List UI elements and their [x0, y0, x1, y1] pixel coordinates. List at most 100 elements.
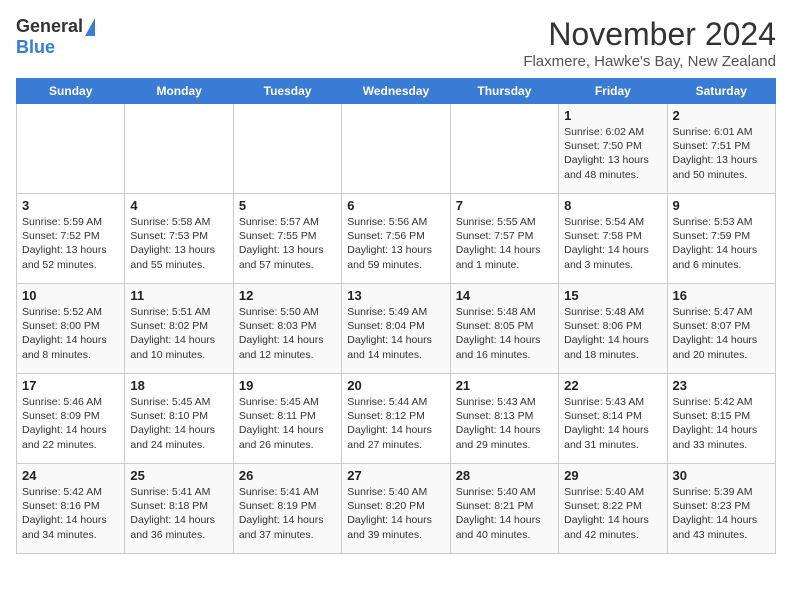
calendar-cell [450, 104, 558, 194]
day-info: Sunrise: 5:40 AM Sunset: 8:22 PM Dayligh… [564, 485, 661, 542]
calendar-cell: 12Sunrise: 5:50 AM Sunset: 8:03 PM Dayli… [233, 284, 341, 374]
page-header: General Blue November 2024 Flaxmere, Haw… [16, 16, 776, 70]
day-info: Sunrise: 5:41 AM Sunset: 8:18 PM Dayligh… [130, 485, 227, 542]
calendar-cell: 28 Sunrise: 5:40 AM Sunset: 8:21 PM Dayli… [450, 464, 558, 554]
day-header-sunday: Sunday [17, 79, 125, 104]
calendar-cell: 9Sunrise: 5:53 AM Sunset: 7:59 PM Daylig… [667, 194, 775, 284]
calendar-table: SundayMondayTuesdayWednesdayThursdayFrid… [16, 78, 776, 554]
calendar-week-1: 1 Sunrise: 6:02 AM Sunset: 7:50 PM Daylig… [17, 104, 776, 194]
day-info: Sunrise: 5:52 AM Sunset: 8:00 PM Dayligh… [22, 305, 119, 362]
day-info: Sunrise: 5:57 AM Sunset: 7:55 PM Dayligh… [239, 215, 336, 272]
calendar-cell: 15 Sunrise: 5:48 AM Sunset: 8:06 PM Dayli… [559, 284, 667, 374]
calendar-cell: 24Sunrise: 5:42 AM Sunset: 8:16 PM Dayli… [17, 464, 125, 554]
day-info: Sunrise: 5:58 AM Sunset: 7:53 PM Dayligh… [130, 215, 227, 272]
day-info: Sunrise: 5:40 AM Sunset: 8:20 PM Dayligh… [347, 485, 444, 542]
day-info: Sunrise: 5:59 AM Sunset: 7:52 PM Dayligh… [22, 215, 119, 272]
logo-general-text: General [16, 16, 83, 37]
day-info: Sunrise: 5:40 AM Sunset: 8:21 PM Dayligh… [456, 485, 553, 542]
location-subtitle: Flaxmere, Hawke's Bay, New Zealand [523, 53, 776, 70]
day-number: 22 [564, 378, 661, 393]
calendar-cell [233, 104, 341, 194]
title-block: November 2024 Flaxmere, Hawke's Bay, New… [523, 16, 776, 70]
day-number: 1 [564, 108, 661, 123]
day-number: 18 [130, 378, 227, 393]
day-number: 27 [347, 468, 444, 483]
calendar-cell [342, 104, 450, 194]
calendar-cell: 14 Sunrise: 5:48 AM Sunset: 8:05 PM Dayli… [450, 284, 558, 374]
day-info: Sunrise: 5:46 AM Sunset: 8:09 PM Dayligh… [22, 395, 119, 452]
day-info: Sunrise: 5:42 AM Sunset: 8:15 PM Dayligh… [673, 395, 770, 452]
calendar-cell: 27 Sunrise: 5:40 AM Sunset: 8:20 PM Dayli… [342, 464, 450, 554]
day-info: Sunrise: 5:48 AM Sunset: 8:06 PM Dayligh… [564, 305, 661, 362]
logo-blue-text: Blue [16, 37, 55, 58]
day-info: Sunrise: 5:43 AM Sunset: 8:13 PM Dayligh… [456, 395, 553, 452]
day-number: 20 [347, 378, 444, 393]
day-info: Sunrise: 5:56 AM Sunset: 7:56 PM Dayligh… [347, 215, 444, 272]
day-header-tuesday: Tuesday [233, 79, 341, 104]
day-header-monday: Monday [125, 79, 233, 104]
calendar-cell: 16 Sunrise: 5:47 AM Sunset: 8:07 PM Dayli… [667, 284, 775, 374]
day-number: 9 [673, 198, 770, 213]
calendar-header: SundayMondayTuesdayWednesdayThursdayFrid… [17, 79, 776, 104]
calendar-cell: 3 Sunrise: 5:59 AM Sunset: 7:52 PM Daylig… [17, 194, 125, 284]
calendar-week-3: 10Sunrise: 5:52 AM Sunset: 8:00 PM Dayli… [17, 284, 776, 374]
day-number: 5 [239, 198, 336, 213]
day-info: Sunrise: 5:43 AM Sunset: 8:14 PM Dayligh… [564, 395, 661, 452]
day-number: 21 [456, 378, 553, 393]
day-info: Sunrise: 5:39 AM Sunset: 8:23 PM Dayligh… [673, 485, 770, 542]
calendar-cell: 2Sunrise: 6:01 AM Sunset: 7:51 PM Daylig… [667, 104, 775, 194]
calendar-cell: 10Sunrise: 5:52 AM Sunset: 8:00 PM Dayli… [17, 284, 125, 374]
calendar-cell: 13 Sunrise: 5:49 AM Sunset: 8:04 PM Dayli… [342, 284, 450, 374]
day-number: 7 [456, 198, 553, 213]
day-number: 30 [673, 468, 770, 483]
day-number: 29 [564, 468, 661, 483]
day-info: Sunrise: 5:42 AM Sunset: 8:16 PM Dayligh… [22, 485, 119, 542]
calendar-week-5: 24Sunrise: 5:42 AM Sunset: 8:16 PM Dayli… [17, 464, 776, 554]
calendar-cell: 8Sunrise: 5:54 AM Sunset: 7:58 PM Daylig… [559, 194, 667, 284]
calendar-cell: 11Sunrise: 5:51 AM Sunset: 8:02 PM Dayli… [125, 284, 233, 374]
day-info: Sunrise: 5:44 AM Sunset: 8:12 PM Dayligh… [347, 395, 444, 452]
calendar-cell: 5 Sunrise: 5:57 AM Sunset: 7:55 PM Daylig… [233, 194, 341, 284]
day-info: Sunrise: 5:45 AM Sunset: 8:11 PM Dayligh… [239, 395, 336, 452]
calendar-cell: 7 Sunrise: 5:55 AM Sunset: 7:57 PM Daylig… [450, 194, 558, 284]
day-number: 11 [130, 288, 227, 303]
calendar-cell: 30 Sunrise: 5:39 AM Sunset: 8:23 PM Dayli… [667, 464, 775, 554]
calendar-cell: 1 Sunrise: 6:02 AM Sunset: 7:50 PM Daylig… [559, 104, 667, 194]
calendar-week-4: 17 Sunrise: 5:46 AM Sunset: 8:09 PM Dayli… [17, 374, 776, 464]
day-info: Sunrise: 5:47 AM Sunset: 8:07 PM Dayligh… [673, 305, 770, 362]
calendar-cell: 21 Sunrise: 5:43 AM Sunset: 8:13 PM Dayli… [450, 374, 558, 464]
day-number: 6 [347, 198, 444, 213]
day-info: Sunrise: 6:02 AM Sunset: 7:50 PM Dayligh… [564, 125, 661, 182]
calendar-cell: 26 Sunrise: 5:41 AM Sunset: 8:19 PM Dayli… [233, 464, 341, 554]
day-number: 14 [456, 288, 553, 303]
calendar-body: 1 Sunrise: 6:02 AM Sunset: 7:50 PM Daylig… [17, 104, 776, 554]
calendar-cell: 6 Sunrise: 5:56 AM Sunset: 7:56 PM Daylig… [342, 194, 450, 284]
day-number: 19 [239, 378, 336, 393]
day-header-friday: Friday [559, 79, 667, 104]
month-title: November 2024 [523, 16, 776, 53]
day-info: Sunrise: 5:41 AM Sunset: 8:19 PM Dayligh… [239, 485, 336, 542]
day-number: 3 [22, 198, 119, 213]
day-number: 17 [22, 378, 119, 393]
day-number: 26 [239, 468, 336, 483]
calendar-cell: 25Sunrise: 5:41 AM Sunset: 8:18 PM Dayli… [125, 464, 233, 554]
day-header-saturday: Saturday [667, 79, 775, 104]
calendar-header-row: SundayMondayTuesdayWednesdayThursdayFrid… [17, 79, 776, 104]
day-info: Sunrise: 5:49 AM Sunset: 8:04 PM Dayligh… [347, 305, 444, 362]
day-info: Sunrise: 5:50 AM Sunset: 8:03 PM Dayligh… [239, 305, 336, 362]
calendar-cell: 29 Sunrise: 5:40 AM Sunset: 8:22 PM Dayli… [559, 464, 667, 554]
day-info: Sunrise: 5:48 AM Sunset: 8:05 PM Dayligh… [456, 305, 553, 362]
day-info: Sunrise: 5:55 AM Sunset: 7:57 PM Dayligh… [456, 215, 553, 272]
calendar-cell: 4 Sunrise: 5:58 AM Sunset: 7:53 PM Daylig… [125, 194, 233, 284]
calendar-cell: 19 Sunrise: 5:45 AM Sunset: 8:11 PM Dayli… [233, 374, 341, 464]
day-number: 15 [564, 288, 661, 303]
logo-triangle-icon [85, 18, 95, 36]
day-number: 16 [673, 288, 770, 303]
calendar-cell: 18Sunrise: 5:45 AM Sunset: 8:10 PM Dayli… [125, 374, 233, 464]
day-number: 13 [347, 288, 444, 303]
day-number: 23 [673, 378, 770, 393]
day-info: Sunrise: 6:01 AM Sunset: 7:51 PM Dayligh… [673, 125, 770, 182]
day-number: 8 [564, 198, 661, 213]
day-number: 28 [456, 468, 553, 483]
day-number: 4 [130, 198, 227, 213]
